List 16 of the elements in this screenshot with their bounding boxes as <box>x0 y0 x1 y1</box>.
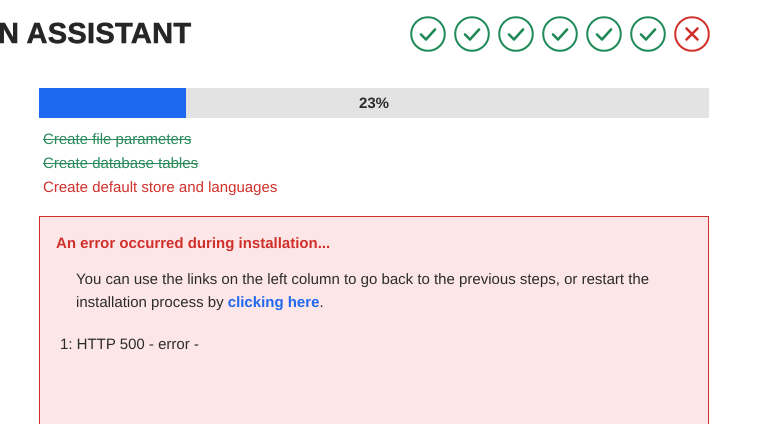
check-icon <box>630 16 666 52</box>
page-title: N ASSISTANT <box>0 18 192 50</box>
check-icon <box>410 16 446 52</box>
restart-link[interactable]: clicking here <box>228 294 320 311</box>
progress-percent: 23% <box>358 94 390 112</box>
close-icon <box>674 16 710 52</box>
check-icon <box>454 16 490 52</box>
task-item: Create default store and languages <box>43 179 278 196</box>
task-item: Create file parameters <box>43 131 192 148</box>
error-message: You can use the links on the left column to go back to the previous steps, or restart the installation process by clicking here. <box>76 270 650 313</box>
check-icon <box>498 16 534 52</box>
check-icon <box>542 16 578 52</box>
check-icon <box>586 16 622 52</box>
error-title: An error occurred during installation... <box>56 235 332 252</box>
task-item: Create database tables <box>43 155 198 172</box>
error-detail: 1: HTTP 500 - error - <box>60 336 200 353</box>
